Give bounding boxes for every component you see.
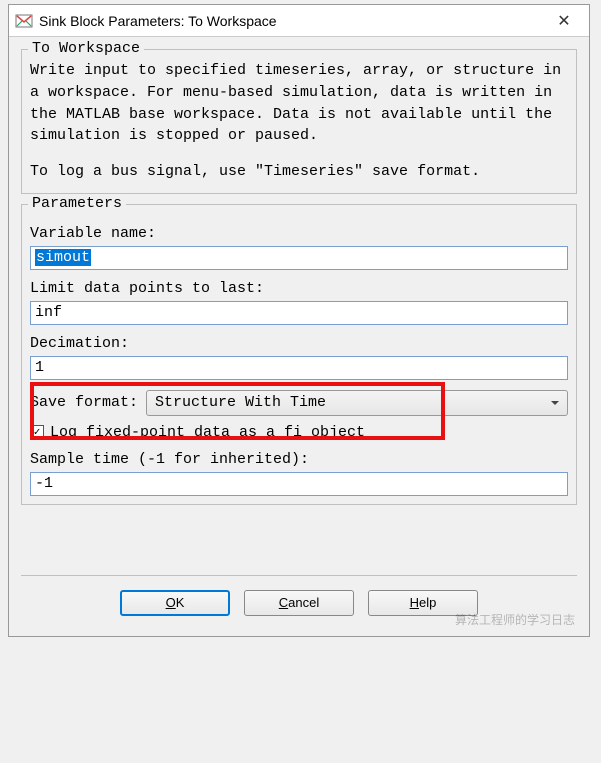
variable-name-value: simout (35, 249, 91, 266)
sample-time-label: Sample time (-1 for inherited): (30, 451, 568, 468)
decimation-input[interactable] (30, 356, 568, 380)
dialog-content: To Workspace Write input to specified ti… (9, 37, 589, 636)
close-button[interactable]: ✕ (543, 6, 585, 36)
parameters-group-label: Parameters (28, 195, 126, 212)
parameters-group: Parameters Variable name: simout Limit d… (21, 204, 577, 505)
sample-time-input[interactable] (30, 472, 568, 496)
titlebar: Sink Block Parameters: To Workspace ✕ (9, 5, 589, 37)
ok-button[interactable]: OK (120, 590, 230, 616)
description-group: To Workspace Write input to specified ti… (21, 49, 577, 194)
log-fi-row[interactable]: ✓ Log fixed-point data as a fi object (30, 424, 568, 441)
variable-name-label: Variable name: (30, 225, 568, 242)
save-format-label: Save format: (30, 394, 138, 411)
save-format-row: Save format: Structure With Time (30, 390, 568, 416)
app-icon (15, 12, 33, 30)
limit-label: Limit data points to last: (30, 280, 568, 297)
help-button[interactable]: Help (368, 590, 478, 616)
description-text-2: To log a bus signal, use "Timeseries" sa… (30, 161, 568, 183)
save-format-dropdown[interactable]: Structure With Time (146, 390, 568, 416)
description-group-label: To Workspace (28, 40, 144, 57)
window-title: Sink Block Parameters: To Workspace (39, 13, 543, 29)
cancel-button[interactable]: Cancel (244, 590, 354, 616)
log-fi-label: Log fixed-point data as a fi object (50, 424, 365, 441)
description-text-1: Write input to specified timeseries, arr… (30, 60, 568, 147)
decimation-label: Decimation: (30, 335, 568, 352)
save-format-value: Structure With Time (155, 394, 326, 411)
log-fi-checkbox[interactable]: ✓ (30, 425, 44, 439)
button-bar: OK Cancel Help (21, 575, 577, 626)
limit-input[interactable] (30, 301, 568, 325)
variable-name-input[interactable]: simout (30, 246, 568, 270)
dialog-window: Sink Block Parameters: To Workspace ✕ To… (8, 4, 590, 637)
